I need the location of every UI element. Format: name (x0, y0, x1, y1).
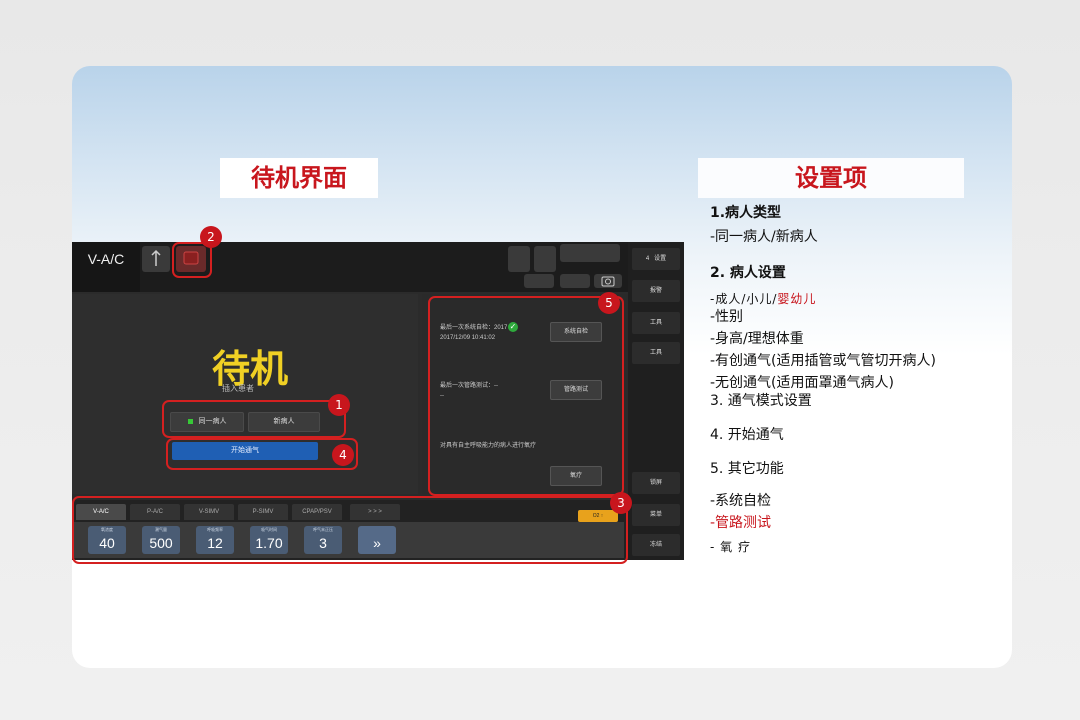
sidebar-freeze[interactable]: 冻结 (632, 534, 680, 556)
help-icon[interactable] (524, 274, 554, 288)
list-item: -同一病人/新病人 (710, 229, 818, 245)
sidebar-count: 4 (645, 256, 650, 262)
sidebar-alarm[interactable]: 报警 (632, 280, 680, 302)
callout-5: 5 (598, 292, 620, 314)
network-icon (534, 246, 556, 272)
list-item: 1.病人类型 (710, 205, 782, 221)
list-item: 2. 病人设置 (710, 265, 786, 281)
list-item: -性别 (710, 309, 744, 325)
list-item-text: -成人/小儿/ (710, 292, 778, 306)
list-item: -无创通气(适用面罩通气病人) (710, 375, 894, 391)
list-item: -成人/小儿/婴幼儿 (710, 290, 816, 307)
callout-2: 2 (200, 226, 222, 248)
top-bar: V-A/C (72, 242, 628, 292)
mode-tab[interactable]: V-A/C (72, 242, 140, 292)
list-item: -管路测试 (710, 515, 772, 531)
list-item: 4. 开始通气 (710, 427, 784, 443)
sidebar-lock[interactable]: 锁屏 (632, 472, 680, 494)
list-item: -系统自检 (710, 493, 772, 509)
callout-3: 3 (610, 492, 632, 514)
sidebar-settings-label: 设置 (654, 256, 667, 262)
clock-icon (560, 244, 620, 262)
list-item: -有创通气(适用插管或气管切开病人) (710, 353, 936, 369)
right-title: 设置项 (698, 158, 964, 198)
list-item: 3. 通气模式设置 (710, 393, 812, 409)
frame-patient-setup (172, 242, 212, 278)
callout-4: 4 (332, 444, 354, 466)
sidebar-tools[interactable]: 工具 (632, 312, 680, 334)
battery-icon (508, 246, 530, 272)
frame-patient-type (162, 400, 346, 438)
list-item: - 氧 疗 (710, 540, 751, 554)
list-item: -身高/理想体重 (710, 331, 804, 347)
list-item: 5. 其它功能 (710, 461, 784, 477)
camera-icon[interactable] (594, 274, 622, 288)
sidebar-view[interactable]: 工具 (632, 342, 680, 364)
sidebar-settings[interactable]: 4 设置 (632, 248, 680, 270)
menu-icon[interactable] (560, 274, 590, 288)
callout-1: 1 (328, 394, 350, 416)
standby-subtitle: 插入患者 (222, 384, 254, 393)
frame-mode-settings (72, 496, 628, 564)
frame-start (166, 438, 358, 470)
right-sidebar: 4 设置 报警 工具 工具 锁屏 菜单 冻结 (628, 242, 684, 560)
frame-functions (428, 296, 624, 496)
left-title: 待机界面 (220, 158, 378, 198)
slide-card: 待机界面 设置项 V-A/C 待机 插入患者 同一病人 新病人 开始通气 最后一… (72, 66, 1012, 668)
patient-icon[interactable] (142, 246, 170, 272)
sidebar-menu[interactable]: 菜单 (632, 504, 680, 526)
list-item-highlight: 婴幼儿 (777, 292, 817, 306)
